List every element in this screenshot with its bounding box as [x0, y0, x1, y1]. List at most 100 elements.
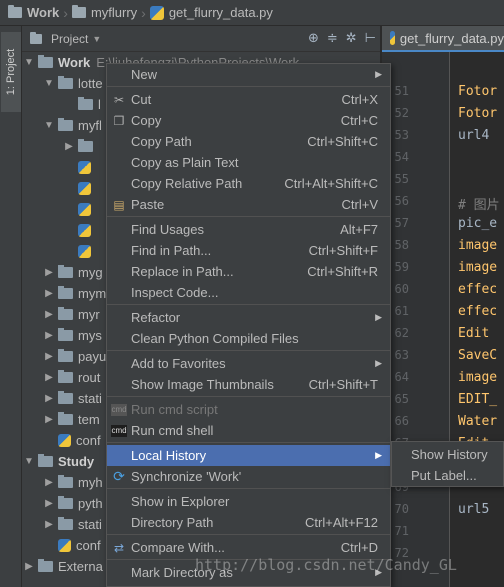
menu-item-directory-path[interactable]: Directory Path Ctrl+Alt+F12	[107, 512, 390, 533]
code-line: Edit	[458, 326, 490, 341]
menu-item-label: Find Usages	[131, 222, 204, 237]
crumb-myflurry-label: myflurry	[90, 5, 138, 20]
expand-arrow-icon[interactable]: ▶	[42, 351, 56, 362]
python-file-icon	[78, 161, 91, 174]
crumb-file-label: get_flurry_data.py	[168, 5, 273, 20]
hide-panel-icon[interactable]: ⊢	[365, 30, 376, 46]
folder-icon	[58, 475, 73, 488]
menu-shortcut: Ctrl+Shift+T	[308, 377, 378, 392]
tree-item-label: tem	[78, 412, 100, 427]
python-file-icon	[390, 31, 395, 45]
project-tool-tab[interactable]: 1: Project	[1, 32, 21, 112]
menu-item-label: Run cmd shell	[131, 423, 214, 438]
chevron-down-icon[interactable]: ▼	[92, 34, 101, 44]
menu-item-label: Find in Path...	[131, 243, 212, 258]
menu-item-copy-plain-text[interactable]: Copy as Plain Text	[107, 152, 390, 173]
menu-item-clean-compiled[interactable]: Clean Python Compiled Files	[107, 328, 390, 349]
locate-icon[interactable]: ⊕	[308, 30, 319, 46]
menu-item-show-in-explorer[interactable]: Show in Explorer	[107, 491, 390, 512]
expand-arrow-icon[interactable]: ▶	[42, 477, 56, 488]
tree-item-label: conf	[76, 538, 101, 553]
expand-arrow-icon[interactable]: ▶	[42, 288, 56, 299]
menu-item-new[interactable]: New ▶	[107, 64, 390, 85]
menu-item-label: Compare With...	[131, 540, 225, 555]
folder-icon	[58, 265, 73, 278]
expand-arrow-icon[interactable]: ▶	[42, 519, 56, 530]
menu-item-compare-with[interactable]: ⇄ Compare With... Ctrl+D	[107, 537, 390, 558]
collapse-all-icon[interactable]: ≑	[327, 30, 338, 46]
expand-arrow-icon[interactable]: ▶	[42, 393, 56, 404]
menu-item-find-usages[interactable]: Find Usages Alt+F7	[107, 219, 390, 240]
expand-arrow-icon[interactable]: ▶	[22, 561, 36, 572]
expand-arrow-icon[interactable]: ▶	[42, 267, 56, 278]
menu-separator	[107, 488, 390, 489]
menu-item-paste[interactable]: ▤ Paste Ctrl+V	[107, 194, 390, 215]
expand-arrow-icon[interactable]: ▶	[42, 330, 56, 341]
crumb-myflurry[interactable]: myflurry	[71, 5, 138, 20]
menu-separator	[107, 216, 390, 217]
submenu-arrow-icon: ▶	[375, 312, 382, 322]
menu-item-show-history[interactable]: Show History	[392, 444, 503, 465]
python-file-icon	[149, 5, 164, 20]
menu-item-copy[interactable]: ❐ Copy Ctrl+C	[107, 110, 390, 131]
project-panel-header: Project ▼ ⊕ ≑ ✲ ⊢	[22, 26, 380, 52]
code-line: Water	[458, 414, 498, 429]
left-tool-strip: 1: Project	[0, 26, 22, 587]
library-icon	[38, 559, 53, 572]
tree-item-label: myr	[78, 307, 100, 322]
crumb-work[interactable]: Work	[8, 5, 59, 20]
folder-icon	[78, 97, 93, 110]
tree-item-label: lotte	[78, 76, 103, 91]
folder-icon	[71, 5, 86, 18]
code-line: # 图片	[458, 198, 500, 213]
menu-item-show-thumbnails[interactable]: Show Image Thumbnails Ctrl+Shift+T	[107, 374, 390, 395]
navigation-bar: Work › myflurry › get_flurry_data.py	[0, 0, 504, 26]
menu-item-cut[interactable]: ✂ Cut Ctrl+X	[107, 89, 390, 110]
gear-icon[interactable]: ✲	[346, 30, 357, 46]
menu-item-label: Add to Favorites	[131, 356, 226, 371]
context-menu: New ▶ ✂ Cut Ctrl+X ❐ Copy Ctrl+C Copy Path Ctr…	[106, 63, 391, 587]
breadcrumb-separator: ›	[63, 4, 68, 21]
menu-item-label: Run cmd script	[131, 402, 218, 417]
expand-arrow-icon[interactable]: ▼	[42, 78, 56, 89]
tree-item-label: payu	[78, 349, 107, 364]
code-editor[interactable]: Fotor Fotor url4 # 图片 pic_e image image …	[451, 52, 504, 587]
folder-icon	[58, 118, 73, 131]
menu-item-inspect-code[interactable]: Inspect Code...	[107, 282, 390, 303]
expand-arrow-icon[interactable]: ▶	[62, 141, 76, 152]
menu-item-put-label[interactable]: Put Label...	[392, 465, 503, 486]
editor-tab[interactable]: get_flurry_data.py	[382, 26, 504, 52]
expand-arrow-icon[interactable]: ▼	[42, 120, 56, 131]
menu-item-run-cmd-shell[interactable]: cmd Run cmd shell	[107, 420, 390, 441]
folder-icon	[58, 496, 73, 509]
menu-item-run-cmd-script: cmd Run cmd script	[107, 399, 390, 420]
menu-item-label: Directory Path	[131, 515, 214, 530]
folder-icon	[58, 286, 73, 299]
expand-arrow-icon[interactable]: ▼	[22, 456, 36, 467]
project-view-selector[interactable]: Project	[51, 32, 88, 46]
menu-item-synchronize[interactable]: ⟳ Synchronize 'Work'	[107, 466, 390, 487]
expand-arrow-icon[interactable]: ▶	[42, 498, 56, 509]
menu-item-find-in-path[interactable]: Find in Path... Ctrl+Shift+F	[107, 240, 390, 261]
menu-item-copy-path[interactable]: Copy Path Ctrl+Shift+C	[107, 131, 390, 152]
menu-item-refactor[interactable]: Refactor ▶	[107, 307, 390, 328]
menu-item-label: Copy Path	[131, 134, 192, 149]
expand-arrow-icon[interactable]: ▶	[42, 309, 56, 320]
menu-item-label: Paste	[131, 197, 165, 212]
crumb-file[interactable]: get_flurry_data.py	[149, 5, 273, 20]
menu-item-label: Local History	[131, 448, 207, 463]
menu-item-copy-relative-path[interactable]: Copy Relative Path Ctrl+Alt+Shift+C	[107, 173, 390, 194]
menu-separator	[107, 304, 390, 305]
menu-item-local-history[interactable]: Local History ▶	[107, 445, 390, 466]
menu-separator	[107, 86, 390, 87]
menu-item-replace-in-path[interactable]: Replace in Path... Ctrl+Shift+R	[107, 261, 390, 282]
expand-arrow-icon[interactable]: ▶	[42, 372, 56, 383]
code-line: Fotor	[458, 84, 498, 99]
folder-icon	[58, 412, 73, 425]
menu-item-add-to-favorites[interactable]: Add to Favorites ▶	[107, 353, 390, 374]
expand-arrow-icon[interactable]: ▶	[42, 414, 56, 425]
menu-shortcut: Ctrl+Shift+C	[307, 134, 378, 149]
project-tool-tab-label: 1: Project	[5, 48, 17, 96]
terminal-icon: cmd	[111, 424, 127, 437]
expand-arrow-icon[interactable]: ▼	[22, 57, 36, 68]
